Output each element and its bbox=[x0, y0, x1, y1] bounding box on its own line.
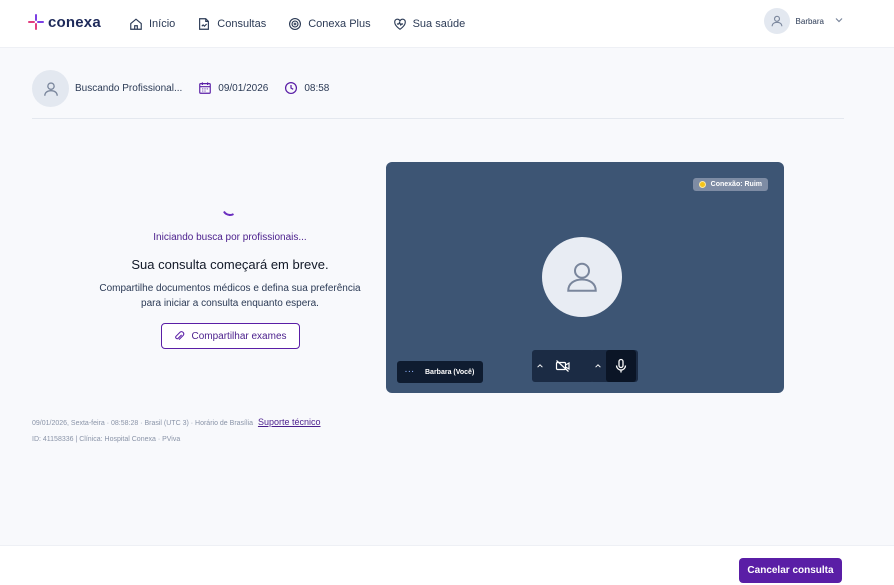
appointment-date: 09/01/2026 bbox=[198, 81, 268, 95]
user-icon bbox=[43, 81, 58, 96]
waiting-panel: Iniciando busca por profissionais... Sua… bbox=[60, 198, 400, 349]
camera-off-icon bbox=[555, 360, 570, 372]
clock-icon bbox=[285, 81, 298, 95]
appointment-time: 08:58 bbox=[284, 81, 329, 95]
microphone-control bbox=[590, 350, 638, 382]
user-name: Barbara bbox=[795, 16, 824, 26]
session-datetime: 09/01/2026, Sexta-feira · 08:58:28 · Bra… bbox=[32, 420, 253, 427]
microphone-icon bbox=[615, 358, 627, 373]
bottom-action-bar: Cancelar consulta bbox=[0, 545, 894, 585]
user-icon bbox=[771, 15, 782, 27]
self-avatar bbox=[542, 237, 622, 317]
nav-item-inicio[interactable]: Início bbox=[129, 17, 175, 31]
share-exams-label: Compartilhar exames bbox=[191, 330, 287, 342]
logo-text: conexa bbox=[48, 13, 101, 31]
chevron-up-icon bbox=[595, 364, 601, 368]
professional-name: Buscando Profissional... bbox=[75, 83, 183, 94]
chevron-down-icon bbox=[834, 12, 844, 30]
document-icon bbox=[199, 18, 210, 30]
heart-pulse-icon bbox=[393, 18, 406, 30]
session-ids: ID: 41158336 | Clínica: Hospital Conexa … bbox=[32, 436, 181, 443]
nav-item-label: Consultas bbox=[217, 18, 267, 30]
chevron-up-icon bbox=[537, 364, 543, 368]
plus-badge-icon bbox=[289, 18, 302, 30]
calendar-icon bbox=[199, 82, 212, 94]
loading-spinner bbox=[220, 198, 240, 218]
search-status: Iniciando busca por profissionais... bbox=[153, 232, 307, 243]
more-options-icon[interactable]: ··· bbox=[405, 369, 415, 376]
avatar bbox=[763, 8, 790, 34]
share-exams-button[interactable]: Compartilhar exames bbox=[160, 323, 300, 349]
waiting-headline: Sua consulta começará em breve. bbox=[131, 257, 329, 272]
user-menu[interactable]: Barbara bbox=[763, 8, 844, 34]
cancel-consultation-button[interactable]: Cancelar consulta bbox=[739, 558, 842, 583]
time-value: 08:58 bbox=[304, 82, 330, 94]
logo-mark-icon bbox=[28, 14, 44, 30]
camera-options-button[interactable] bbox=[532, 362, 548, 370]
nav-item-label: Início bbox=[149, 18, 176, 30]
technical-support-link[interactable]: Suporte técnico bbox=[258, 417, 321, 427]
paperclip-icon bbox=[175, 331, 185, 340]
session-meta: 09/01/2026, Sexta-feira · 08:58:28 · Bra… bbox=[32, 417, 321, 427]
nav-item-label: Conexa Plus bbox=[308, 18, 371, 30]
home-icon bbox=[130, 18, 142, 30]
connection-status-label: Conexão: Ruim bbox=[710, 181, 762, 188]
description-line: Compartilhe documentos médicos e defina … bbox=[99, 283, 361, 294]
self-name-tag: ··· Barbara (Você) bbox=[397, 361, 483, 383]
microphone-toggle-button[interactable] bbox=[606, 350, 636, 382]
conexa-logo[interactable]: conexa bbox=[28, 12, 101, 32]
top-navigation-bar: conexa Início Consultas Conexa Plus Sua … bbox=[0, 0, 894, 48]
camera-toggle-button[interactable] bbox=[548, 350, 578, 382]
nav-item-conexa-plus[interactable]: Conexa Plus bbox=[288, 17, 371, 31]
connection-status-badge: Conexão: Ruim bbox=[692, 178, 768, 191]
user-icon bbox=[567, 262, 597, 292]
waiting-description: Compartilhe documentos médicos e defina … bbox=[60, 281, 400, 311]
video-preview: Conexão: Ruim ··· Barbara (Você) bbox=[386, 162, 784, 393]
microphone-options-button[interactable] bbox=[590, 362, 606, 370]
self-name-label: Barbara (Você) bbox=[425, 368, 475, 376]
professional-avatar bbox=[32, 70, 69, 107]
camera-control bbox=[532, 350, 594, 382]
nav-item-label: Sua saúde bbox=[412, 18, 466, 30]
connection-warning-icon bbox=[698, 181, 706, 188]
appointment-info-row: Buscando Profissional... 09/01/2026 08:5… bbox=[32, 70, 844, 119]
description-line: para iniciar a consulta enquanto espera. bbox=[141, 298, 319, 309]
nav-item-sua-saude[interactable]: Sua saúde bbox=[393, 17, 466, 31]
date-value: 09/01/2026 bbox=[218, 82, 269, 94]
nav-item-consultas[interactable]: Consultas bbox=[197, 17, 266, 31]
main-nav: Início Consultas Conexa Plus Sua saúde bbox=[129, 0, 487, 48]
